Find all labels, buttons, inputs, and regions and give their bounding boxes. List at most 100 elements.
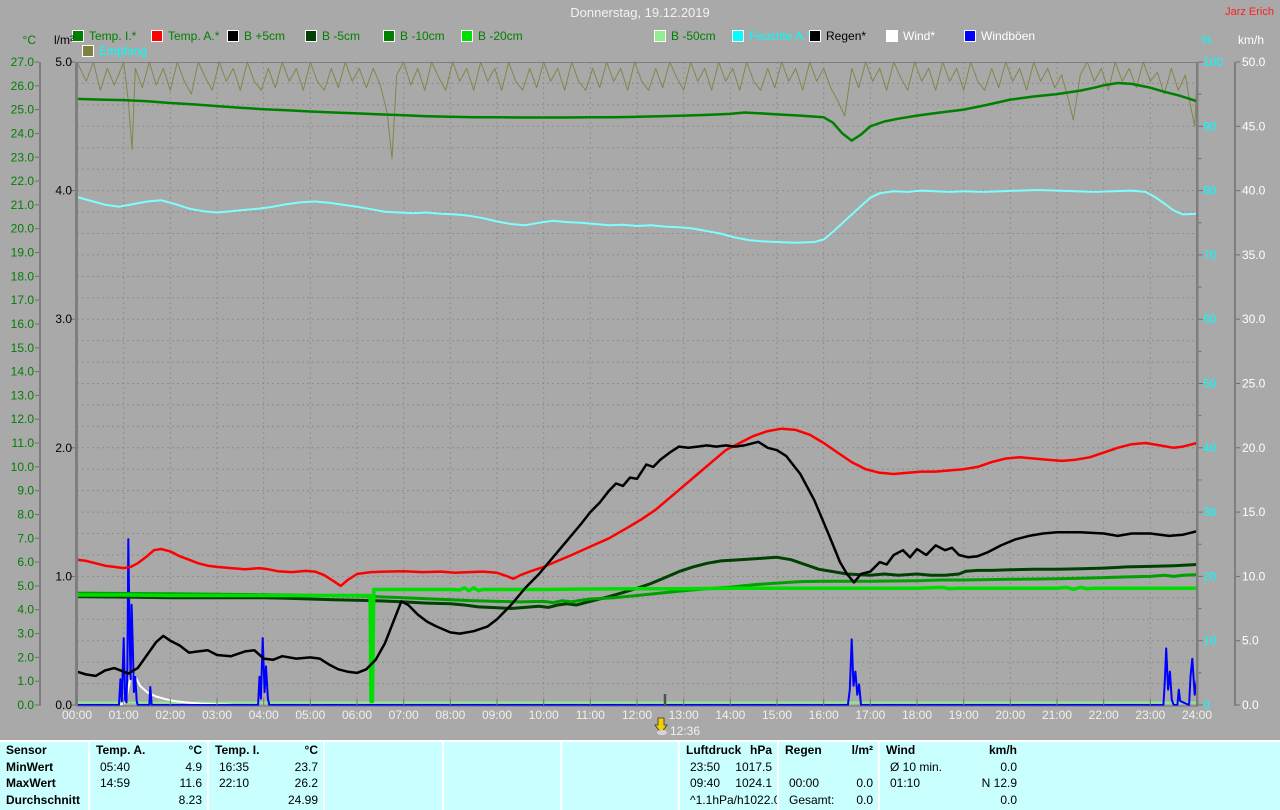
tick-label-celsius: 8.0	[17, 507, 34, 521]
tick-label-time: 07:00	[389, 708, 419, 722]
tick-label-time: 05:00	[295, 708, 325, 722]
table-section-temp_a: Temp. A. °C 05:40 4.9 14:59 11.6 8.23	[88, 742, 207, 810]
tick-label-humidity: 90	[1203, 119, 1217, 133]
table-cell-time: 16:35	[219, 759, 250, 774]
table-cell-value: 4.9	[185, 759, 202, 774]
tick-label-celsius: 19.0	[11, 246, 35, 260]
tick-label-celsius: 12.0	[11, 412, 35, 426]
stats-table: Sensor MinWert MaxWert Durchschnitt Temp. A.…	[0, 740, 1280, 810]
tick-label-celsius: 0.0	[17, 698, 34, 712]
tick-label-wind: 45.0	[1242, 119, 1266, 133]
tick-label-celsius: 2.0	[17, 650, 34, 664]
table-cell-time	[325, 759, 335, 776]
tick-label-time: 17:00	[855, 708, 885, 722]
table-cell-time	[325, 775, 335, 792]
tick-label-time: 10:00	[529, 708, 559, 722]
weather-station-window: Donnerstag, 19.12.2019 Jarz Erich Temp. …	[0, 0, 1280, 810]
table-unit-wind: km/h	[988, 743, 1017, 757]
tick-label-rain: 3.0	[55, 312, 72, 326]
tick-label-celsius: 16.0	[11, 317, 35, 331]
tick-label-celsius: 23.0	[11, 150, 35, 164]
tick-label-humidity: 40	[1203, 441, 1217, 455]
tick-label-time: 19:00	[949, 708, 979, 722]
tick-label-wind: 15.0	[1242, 505, 1266, 519]
table-row-label: MinWert	[6, 759, 54, 774]
table-cell-value: 11.6	[179, 776, 202, 790]
table-section-empty3	[560, 742, 678, 810]
table-cell-value: 0.0	[1000, 792, 1017, 807]
tick-label-celsius: 14.0	[11, 365, 35, 379]
tick-label-rain: 1.0	[55, 569, 72, 583]
table-cell-value: 23.7	[294, 759, 318, 774]
table-header-regen: Regen	[785, 743, 822, 757]
table-header-empty3	[562, 742, 568, 759]
table-cell-time	[562, 759, 572, 776]
marker-time-label: 12:36	[670, 724, 700, 738]
tick-label-celsius: 11.0	[12, 436, 35, 450]
tick-label-wind: 30.0	[1242, 312, 1266, 326]
table-cell-time	[880, 792, 890, 809]
table-section-temp_i: Temp. I. °C 16:35 23.7 22:10 26.2 24.99	[207, 742, 323, 810]
tick-label-time: 02:00	[155, 708, 185, 722]
tick-label-time: 00:00	[62, 708, 92, 722]
table-cell-time: 23:50	[690, 759, 721, 774]
table-cell-time: 01:10	[890, 776, 921, 790]
tick-label-time: 03:00	[202, 708, 232, 722]
table-cell-value: 1017.5	[735, 759, 772, 774]
tick-label-time: 06:00	[342, 708, 372, 722]
tick-label-time: 23:00	[1135, 708, 1165, 722]
tick-label-celsius: 1.0	[17, 674, 34, 688]
tick-label-celsius: 26.0	[11, 79, 35, 93]
table-section-luftdruck: Luftdruck hPa 23:50 1017.5 09:40 1024.1 ^1.1hP…	[678, 742, 779, 810]
tick-label-celsius: 13.0	[11, 388, 35, 402]
tick-label-celsius: 6.0	[17, 555, 34, 569]
tick-label-time: 09:00	[482, 708, 512, 722]
tick-label-wind: 0.0	[1242, 698, 1259, 712]
table-section-rowlabels: Sensor MinWert MaxWert Durchschnitt	[0, 742, 88, 810]
tick-label-celsius: 9.0	[17, 484, 34, 498]
table-section-empty2	[442, 742, 560, 810]
plot-area[interactable]	[77, 62, 1197, 705]
tick-label-celsius: 3.0	[17, 627, 34, 641]
tick-label-celsius: 17.0	[11, 293, 35, 307]
table-cell-time	[562, 792, 572, 809]
tick-label-humidity: 70	[1203, 248, 1217, 262]
marker-blob-icon	[657, 729, 667, 736]
table-row-label: Durchschnitt	[6, 792, 81, 807]
table-cell-time	[209, 792, 219, 809]
table-cell-value: 8.23	[178, 792, 202, 807]
tick-label-wind: 5.0	[1242, 634, 1259, 648]
table-header-empty2	[444, 742, 450, 759]
table-cell-time	[444, 759, 454, 776]
table-cell-time: 05:40	[100, 759, 131, 774]
table-cell-value: 24.99	[287, 792, 318, 807]
tick-label-rain: 4.0	[55, 184, 72, 198]
table-unit-temp_a: °C	[188, 743, 202, 757]
tick-label-celsius: 18.0	[11, 269, 35, 283]
table-unit-regen: l/m²	[851, 743, 873, 757]
tick-label-time: 14:00	[715, 708, 745, 722]
tick-label-celsius: 20.0	[11, 222, 35, 236]
table-header-empty1	[325, 742, 331, 759]
tick-label-time: 21:00	[1042, 708, 1072, 722]
tick-label-celsius: 21.0	[11, 198, 35, 212]
table-unit-luftdruck: hPa	[749, 743, 772, 757]
table-header-temp_a: Temp. A.	[96, 743, 146, 757]
table-cell-time: Ø 10 min.	[890, 759, 943, 774]
tick-label-celsius: 25.0	[11, 103, 35, 117]
tick-label-celsius: 10.0	[11, 460, 35, 474]
tick-label-wind: 50.0	[1242, 55, 1266, 69]
table-unit-temp_i: °C	[304, 743, 318, 757]
table-section-empty1	[323, 742, 442, 810]
tick-label-humidity: 60	[1203, 312, 1217, 326]
table-section-regen: Regen l/m² 00:00 0.0 Gesamt: 0.0	[777, 742, 878, 810]
table-header-temp_i: Temp. I.	[215, 743, 260, 757]
tick-label-time: 16:00	[809, 708, 839, 722]
tick-label-time: 01:00	[109, 708, 139, 722]
tick-label-wind: 10.0	[1242, 569, 1266, 583]
tick-label-wind: 20.0	[1242, 441, 1266, 455]
tick-label-humidity: 20	[1203, 569, 1217, 583]
table-row-label: Sensor	[6, 743, 47, 757]
tick-label-rain: 2.0	[55, 441, 72, 455]
table-cell-time	[325, 792, 335, 809]
